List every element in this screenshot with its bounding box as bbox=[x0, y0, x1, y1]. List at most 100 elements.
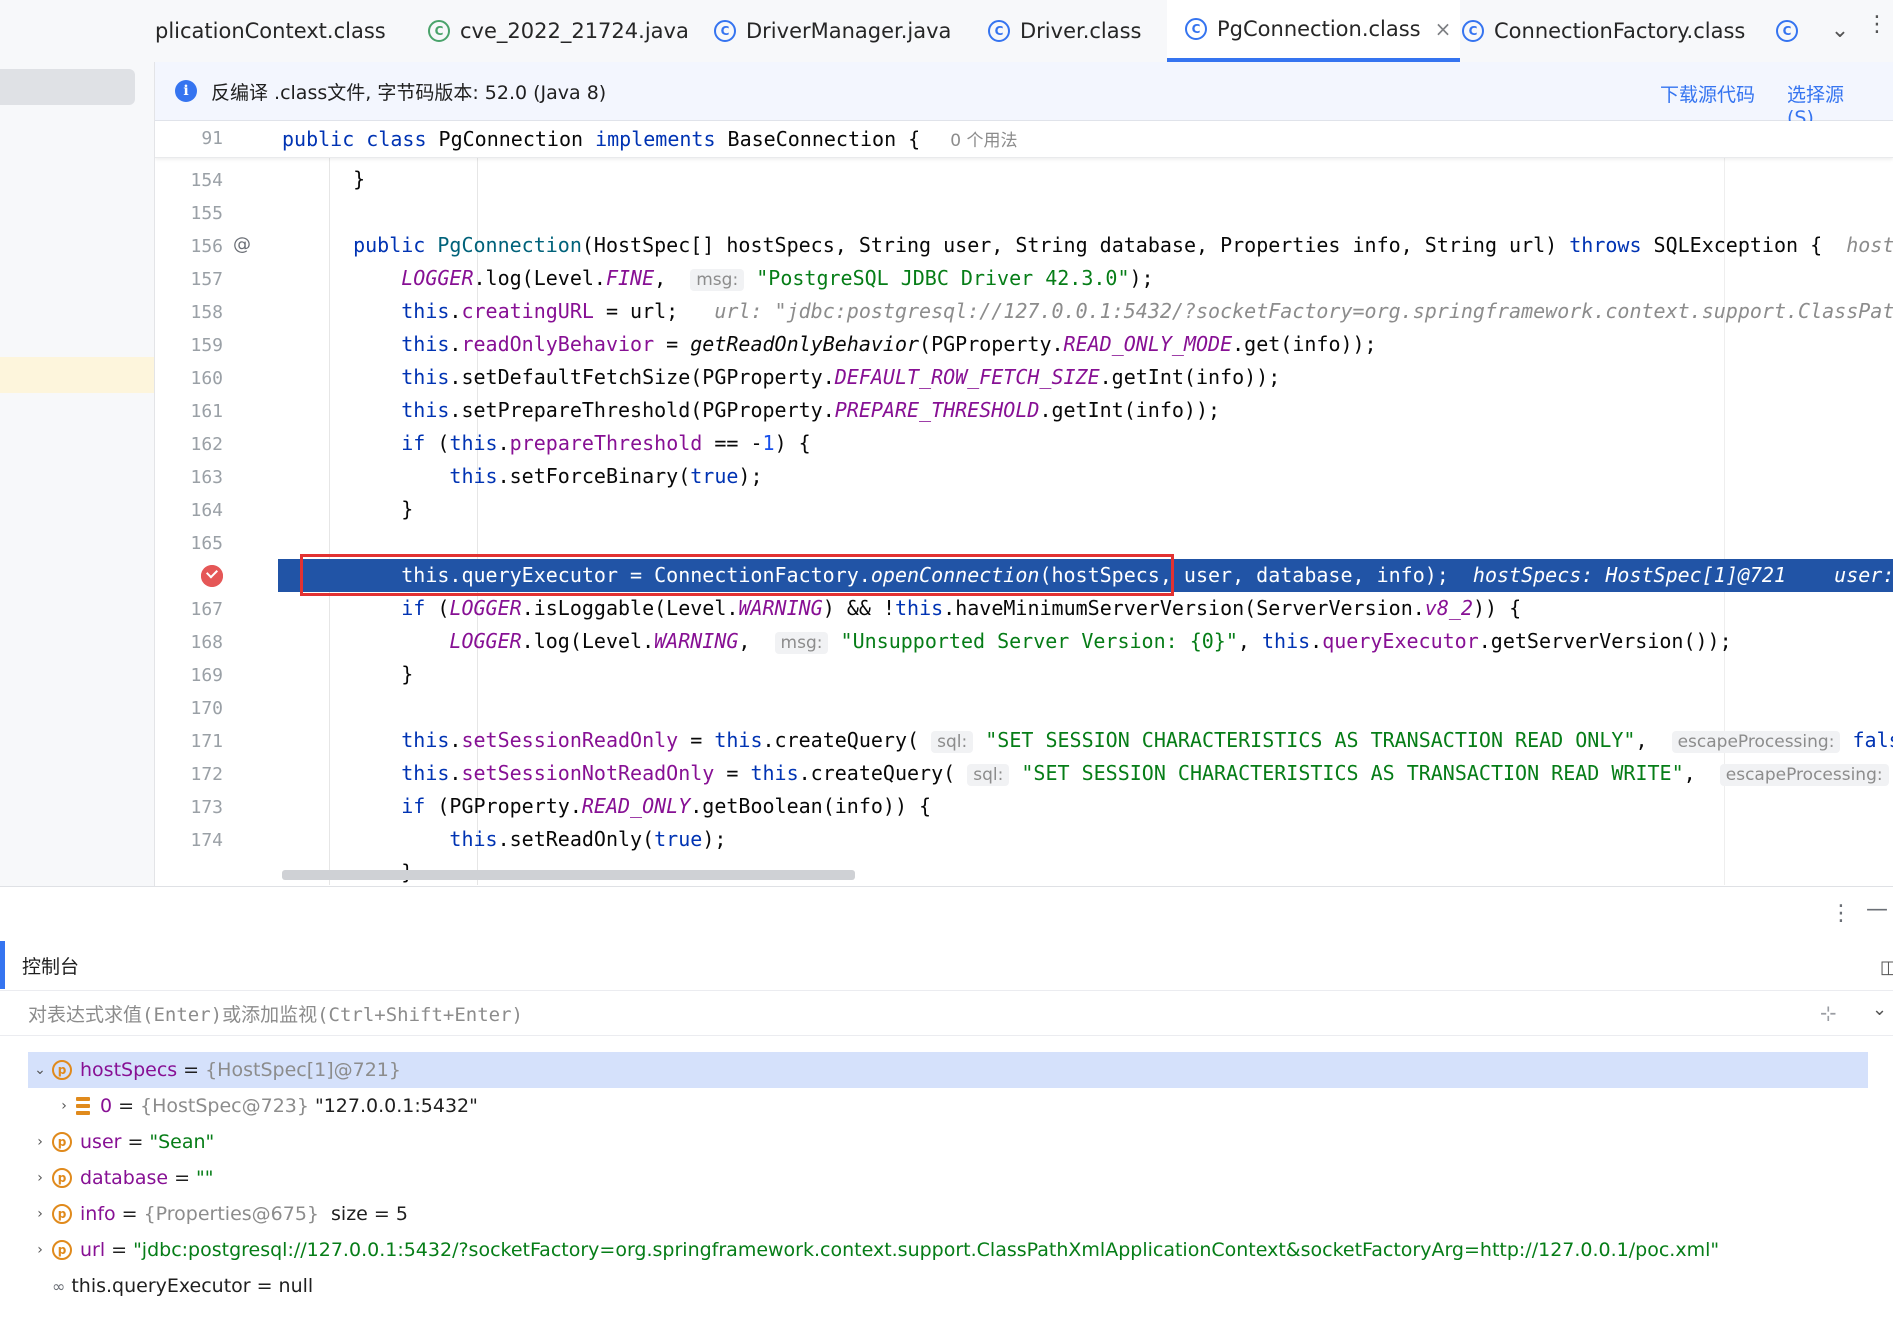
param-hint: escapeProcessing: bbox=[1671, 731, 1841, 753]
line-number: 91 bbox=[201, 128, 223, 149]
code-line: LOGGER.log(Level.FINE, msg: "PostgreSQL … bbox=[401, 266, 1154, 291]
layout-icon[interactable]: ◫ bbox=[1880, 957, 1893, 978]
line-number: 155 bbox=[190, 203, 223, 224]
tab-cve-2022-21724[interactable]: C cve_2022_21724.java bbox=[428, 0, 688, 61]
equals: = bbox=[174, 1167, 191, 1189]
tab-driver-manager[interactable]: C DriverManager.java bbox=[714, 0, 959, 61]
info-icon: i bbox=[175, 80, 197, 102]
variable-name: user bbox=[80, 1131, 122, 1153]
tool-window-header: ⋮ — bbox=[0, 887, 1893, 941]
variable-row[interactable]: › p user = "Sean" bbox=[28, 1124, 1868, 1160]
variable-name: info bbox=[80, 1203, 116, 1225]
tab-label: DriverManager.java bbox=[746, 18, 952, 43]
chevron-right-icon[interactable]: › bbox=[28, 1206, 52, 1222]
class-icon: C bbox=[988, 19, 1010, 42]
chevron-right-icon[interactable]: › bbox=[28, 1170, 52, 1186]
parameter-icon: p bbox=[52, 1168, 72, 1188]
variable-type: {HostSpec[1]@721} bbox=[205, 1059, 401, 1081]
variable-row[interactable]: ⌄ p hostSpecs = {HostSpec[1]@721} bbox=[28, 1052, 1868, 1088]
class-icon: C bbox=[1462, 19, 1484, 42]
variable-name: this.queryExecutor bbox=[71, 1275, 251, 1297]
tab-label: PgConnection.class bbox=[1217, 17, 1421, 41]
chevron-down-icon[interactable]: ⌄ bbox=[1872, 999, 1887, 1020]
line-number: 158 bbox=[190, 302, 223, 323]
param-hint: sql: bbox=[931, 731, 974, 753]
variable-type: {HostSpec@723} bbox=[140, 1095, 309, 1117]
code-line: } bbox=[329, 662, 414, 686]
variable-row[interactable]: › p url = "jdbc:postgresql://127.0.0.1:5… bbox=[28, 1232, 1868, 1268]
variable-value: "Sean" bbox=[149, 1131, 215, 1153]
variable-row[interactable]: › p info = {Properties@675} size = 5 bbox=[28, 1196, 1868, 1232]
override-icon[interactable]: @ bbox=[233, 234, 251, 255]
selected-tree-row[interactable] bbox=[0, 69, 135, 105]
tab-console[interactable]: 控制台 bbox=[0, 941, 79, 989]
tab-overflow[interactable]: C bbox=[1776, 0, 1806, 61]
tab-label: cve_2022_21724.java bbox=[460, 18, 688, 43]
class-icon: C bbox=[1776, 19, 1798, 42]
close-icon[interactable]: × bbox=[1435, 17, 1452, 41]
variable-value: "127.0.0.1:5432" bbox=[314, 1095, 478, 1117]
variable-row[interactable]: › 0 = {HostSpec@723} "127.0.0.1:5432" bbox=[52, 1088, 1892, 1124]
variable-row[interactable]: › p database = "" bbox=[28, 1160, 1868, 1196]
minimize-icon[interactable]: — bbox=[1866, 897, 1888, 922]
parameter-icon: p bbox=[52, 1060, 72, 1080]
horizontal-scrollbar[interactable] bbox=[282, 870, 855, 880]
variable-name: hostSpecs bbox=[80, 1059, 178, 1081]
debug-tool-window: ⋮ — 控制台 ◫ 对表达式求值(Enter)或添加监视(Ctrl+Shift+… bbox=[0, 886, 1893, 1320]
tab-label: ConnectionFactory.class bbox=[1494, 18, 1746, 43]
line-number: 172 bbox=[190, 764, 223, 785]
line-number: 174 bbox=[190, 830, 223, 851]
class-icon: C bbox=[714, 19, 736, 42]
eval-placeholder: 对表达式求值(Enter)或添加监视(Ctrl+Shift+Enter) bbox=[28, 1003, 523, 1026]
active-tab-indicator bbox=[0, 941, 5, 989]
breakpoint-icon[interactable] bbox=[201, 565, 223, 587]
code-line: if (LOGGER.isLoggable(Level.WARNING) && … bbox=[401, 596, 1522, 620]
parameter-icon: p bbox=[52, 1204, 72, 1224]
class-declaration: public class PgConnection implements Bas… bbox=[282, 123, 1024, 156]
sticky-class-header[interactable]: 91 public class PgConnection implements … bbox=[155, 121, 1893, 158]
evaluate-expression-field[interactable]: 对表达式求值(Enter)或添加监视(Ctrl+Shift+Enter) ⊹ ⌄ bbox=[0, 990, 1893, 1036]
variable-name: url bbox=[80, 1239, 106, 1261]
chevron-right-icon[interactable]: › bbox=[28, 1134, 52, 1150]
code-line: this.creatingURL = url; url: "jdbc:postg… bbox=[329, 295, 1893, 328]
equals: = bbox=[118, 1095, 135, 1117]
line-number: 162 bbox=[190, 434, 223, 455]
code-line: this.setForceBinary(true); bbox=[449, 464, 763, 488]
line-number: 169 bbox=[190, 665, 223, 686]
chevron-right-icon[interactable]: › bbox=[28, 1242, 52, 1258]
array-element-icon bbox=[76, 1097, 90, 1115]
line-number: 164 bbox=[190, 500, 223, 521]
notification-text: 反编译 .class文件, 字节码版本: 52.0 (Java 8) bbox=[211, 81, 607, 104]
variable-row[interactable]: ∞ this.queryExecutor = null bbox=[28, 1268, 1868, 1304]
code-line: public PgConnection(HostSpec[] hostSpecs… bbox=[329, 229, 1893, 262]
equals: = bbox=[121, 1203, 138, 1225]
more-icon[interactable]: ⋮ bbox=[1866, 12, 1888, 37]
code-editor[interactable]: 91 public class PgConnection implements … bbox=[155, 121, 1893, 885]
equals: = bbox=[127, 1131, 144, 1153]
line-number: 168 bbox=[190, 632, 223, 653]
variable-value: size = 5 bbox=[331, 1203, 408, 1225]
add-watch-icon[interactable]: ⊹ bbox=[1820, 1001, 1837, 1025]
line-number: 157 bbox=[190, 269, 223, 290]
line-number: 160 bbox=[190, 368, 223, 389]
code-line: LOGGER.log(Level.WARNING, msg: "Unsuppor… bbox=[449, 629, 1732, 654]
chevron-down-icon[interactable]: ⌄ bbox=[1820, 10, 1860, 50]
param-hint: escapeProcessing: bbox=[1719, 764, 1889, 786]
code-line: } bbox=[329, 497, 414, 521]
tab-driver-class[interactable]: C Driver.class bbox=[988, 0, 1158, 61]
code-line: if (this.prepareThreshold == -1) { bbox=[401, 431, 811, 455]
more-icon[interactable]: ⋮ bbox=[1830, 901, 1852, 926]
highlighted-tree-row[interactable] bbox=[0, 357, 154, 393]
code-line: this.setReadOnly(true); bbox=[449, 827, 727, 851]
download-source-link[interactable]: 下载源代码 bbox=[1660, 80, 1755, 107]
tab-pgconnection[interactable]: C PgConnection.class × bbox=[1167, 0, 1460, 62]
code-line: this.readOnlyBehavior = getReadOnlyBehav… bbox=[401, 332, 1377, 356]
tab-connection-factory[interactable]: C ConnectionFactory.class bbox=[1462, 0, 1752, 61]
variable-value: "jdbc:postgresql://127.0.0.1:5432/?socke… bbox=[133, 1239, 1720, 1261]
chevron-right-icon[interactable]: › bbox=[52, 1098, 76, 1114]
chevron-down-icon[interactable]: ⌄ bbox=[28, 1062, 52, 1078]
tab-application-context[interactable]: plicationContext.class bbox=[155, 0, 400, 61]
variable-type: {Properties@675} bbox=[143, 1203, 320, 1225]
line-number: 161 bbox=[190, 401, 223, 422]
usages-hint[interactable]: 0 个用法 bbox=[944, 130, 1023, 152]
